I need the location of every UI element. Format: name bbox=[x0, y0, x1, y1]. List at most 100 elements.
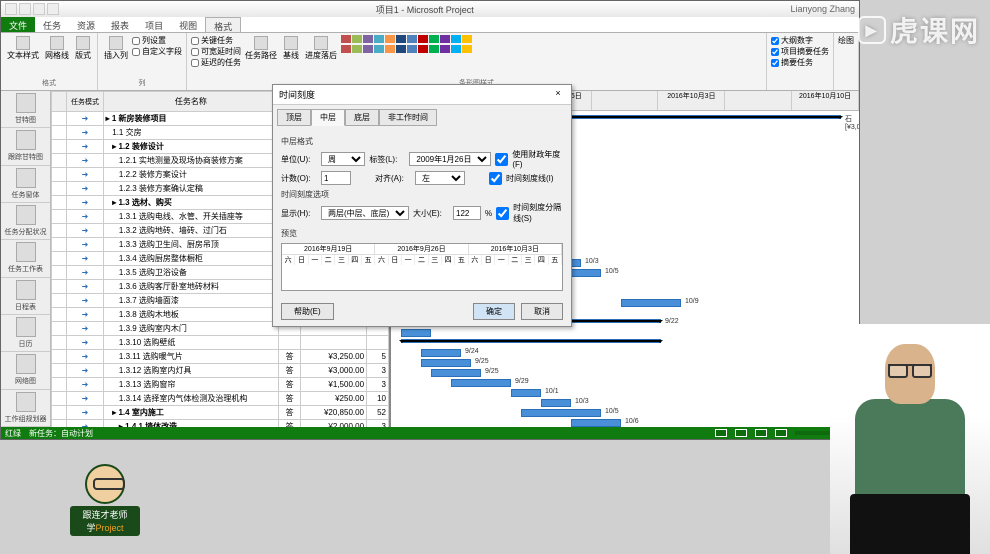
view-item[interactable]: 工作组规划器 bbox=[1, 390, 50, 427]
tab-bottom-tier[interactable]: 底层 bbox=[345, 109, 379, 126]
separator-check[interactable] bbox=[496, 207, 509, 220]
critical-check[interactable]: 关键任务 bbox=[191, 35, 241, 46]
save-icon[interactable] bbox=[19, 3, 31, 15]
tab-middle-tier[interactable]: 中层 bbox=[311, 109, 345, 126]
quick-access-toolbar bbox=[5, 3, 59, 15]
insert-column-button[interactable]: 插入列 bbox=[102, 35, 130, 62]
close-icon[interactable]: × bbox=[551, 88, 565, 101]
view-item[interactable]: 跟踪甘特图 bbox=[1, 128, 50, 165]
col-name[interactable]: 任务名称 bbox=[103, 92, 279, 112]
ribbon-group-showhide: 大纲数字 项目摘要任务 摘要任务 bbox=[767, 33, 834, 90]
table-row[interactable]: ➜ 1.3.14 选择室内气体检测及治理机构答¥250.0010 bbox=[52, 392, 389, 406]
undo-icon[interactable] bbox=[33, 3, 45, 15]
qat-icon[interactable] bbox=[5, 3, 17, 15]
gantt-bar[interactable] bbox=[401, 339, 661, 343]
tick-lines-check[interactable] bbox=[489, 172, 502, 185]
view-shortcut-icon[interactable] bbox=[775, 429, 787, 437]
status-left: 红绿 bbox=[5, 428, 21, 439]
watermark-text: 虎课网 bbox=[890, 10, 980, 50]
gantt-bar[interactable] bbox=[451, 379, 511, 387]
tick-lines-label: 时间刻度线(I) bbox=[506, 173, 554, 184]
unit-label: 单位(U): bbox=[281, 154, 317, 165]
gantt-bar[interactable] bbox=[431, 369, 481, 377]
size-input[interactable] bbox=[453, 206, 481, 220]
gridlines-button[interactable]: 网格线 bbox=[43, 35, 71, 62]
size-label: 大小(E): bbox=[413, 208, 449, 219]
view-item[interactable]: 任务窗体 bbox=[1, 166, 50, 203]
tab-resource[interactable]: 资源 bbox=[69, 17, 103, 32]
text-styles-button[interactable]: 文本样式 bbox=[5, 35, 41, 62]
dialog-title: 时间刻度 bbox=[279, 88, 315, 101]
status-mode: 新任务：自动计划 bbox=[29, 428, 93, 439]
tab-format[interactable]: 格式 bbox=[205, 17, 241, 32]
fiscal-year-label: 使用财政年度(F) bbox=[512, 149, 563, 169]
tab-report[interactable]: 报表 bbox=[103, 17, 137, 32]
outline-number-check[interactable]: 大纲数字 bbox=[771, 35, 829, 46]
bar-style-gallery[interactable] bbox=[341, 35, 472, 68]
custom-fields-check[interactable]: 自定义字段 bbox=[132, 46, 182, 57]
show-select[interactable]: 两层(中层、底层) bbox=[321, 206, 409, 220]
section-label: 时间刻度选项 bbox=[281, 189, 563, 200]
view-item[interactable]: 网络图 bbox=[1, 352, 50, 389]
gantt-bar[interactable] bbox=[511, 389, 541, 397]
align-label: 对齐(A): bbox=[375, 173, 411, 184]
slack-check[interactable]: 可宽延时间 bbox=[191, 46, 241, 57]
presenter-video bbox=[830, 324, 990, 554]
gantt-bar[interactable] bbox=[421, 359, 471, 367]
view-item[interactable]: 日程表 bbox=[1, 278, 50, 315]
show-label: 显示(H): bbox=[281, 208, 317, 219]
slippage-button[interactable]: 进度落后 bbox=[303, 35, 339, 68]
view-shortcut-icon[interactable] bbox=[715, 429, 727, 437]
ribbon-group-columns: 插入列 列设置 自定义字段 列 bbox=[98, 33, 187, 90]
col-indicator[interactable] bbox=[52, 92, 67, 112]
gantt-bar[interactable] bbox=[401, 329, 431, 337]
view-item[interactable]: 日历 bbox=[1, 315, 50, 352]
drawing-button[interactable]: 绘图 bbox=[838, 35, 854, 46]
view-item[interactable]: 任务分配状况 bbox=[1, 203, 50, 240]
table-row[interactable]: ➜ 1.3.13 选购窗帘答¥1,500.003 bbox=[52, 378, 389, 392]
table-row[interactable]: ➜ ▸ 1.4.1 墙体改造答¥2,000.003 bbox=[52, 420, 389, 428]
label-select[interactable]: 2009年1月26日 bbox=[409, 152, 491, 166]
column-settings-check[interactable]: 列设置 bbox=[132, 35, 182, 46]
tab-top-tier[interactable]: 顶层 bbox=[277, 109, 311, 126]
view-item[interactable]: 甘特图 bbox=[1, 91, 50, 128]
tab-project[interactable]: 项目 bbox=[137, 17, 171, 32]
help-button[interactable]: 帮助(E) bbox=[281, 303, 334, 320]
gantt-bar[interactable] bbox=[571, 419, 621, 427]
redo-icon[interactable] bbox=[47, 3, 59, 15]
table-row[interactable]: ➜ ▸ 1.4 室内施工答¥20,850.0052 bbox=[52, 406, 389, 420]
window-title: 项目1 - Microsoft Project bbox=[59, 3, 790, 16]
late-check[interactable]: 延迟的任务 bbox=[191, 57, 241, 68]
dialog-titlebar[interactable]: 时间刻度 × bbox=[273, 85, 571, 105]
align-select[interactable]: 左 bbox=[415, 171, 465, 185]
gantt-bar[interactable] bbox=[421, 349, 461, 357]
col-mode[interactable]: 任务模式 bbox=[67, 92, 103, 112]
cancel-button[interactable]: 取消 bbox=[521, 303, 563, 320]
dialog-tabs: 顶层 中层 底层 非工作时间 bbox=[273, 105, 571, 126]
gantt-bar[interactable] bbox=[521, 409, 601, 417]
task-path-button[interactable]: 任务路径 bbox=[243, 35, 279, 68]
view-item[interactable]: 任务工作表 bbox=[1, 240, 50, 277]
tab-file[interactable]: 文件 bbox=[1, 17, 35, 32]
view-shortcut-icon[interactable] bbox=[755, 429, 767, 437]
table-row[interactable]: ➜ 1.3.10 选购壁纸 bbox=[52, 336, 389, 350]
fiscal-year-check[interactable] bbox=[495, 153, 508, 166]
gantt-bar[interactable] bbox=[541, 399, 571, 407]
tab-nonworking[interactable]: 非工作时间 bbox=[379, 109, 437, 126]
table-row[interactable]: ➜ 1.3.12 选购室内灯具答¥3,000.003 bbox=[52, 364, 389, 378]
count-input[interactable] bbox=[321, 171, 351, 185]
summary-tasks-check[interactable]: 摘要任务 bbox=[771, 57, 829, 68]
ok-button[interactable]: 确定 bbox=[473, 303, 515, 320]
baseline-button[interactable]: 基线 bbox=[281, 35, 301, 68]
tab-task[interactable]: 任务 bbox=[35, 17, 69, 32]
unit-select[interactable]: 周 bbox=[321, 152, 365, 166]
table-row[interactable]: ➜ 1.3.11 选购暖气片答¥3,250.005 bbox=[52, 350, 389, 364]
view-shortcut-icon[interactable] bbox=[735, 429, 747, 437]
watermark-icon: ▶ bbox=[858, 16, 886, 44]
tab-view[interactable]: 视图 bbox=[171, 17, 205, 32]
gantt-bar[interactable] bbox=[621, 299, 681, 307]
project-summary-check[interactable]: 项目摘要任务 bbox=[771, 46, 829, 57]
user-name: Lianyong Zhang bbox=[790, 4, 855, 14]
title-bar: 项目1 - Microsoft Project Lianyong Zhang bbox=[1, 1, 859, 17]
layout-button[interactable]: 版式 bbox=[73, 35, 93, 62]
